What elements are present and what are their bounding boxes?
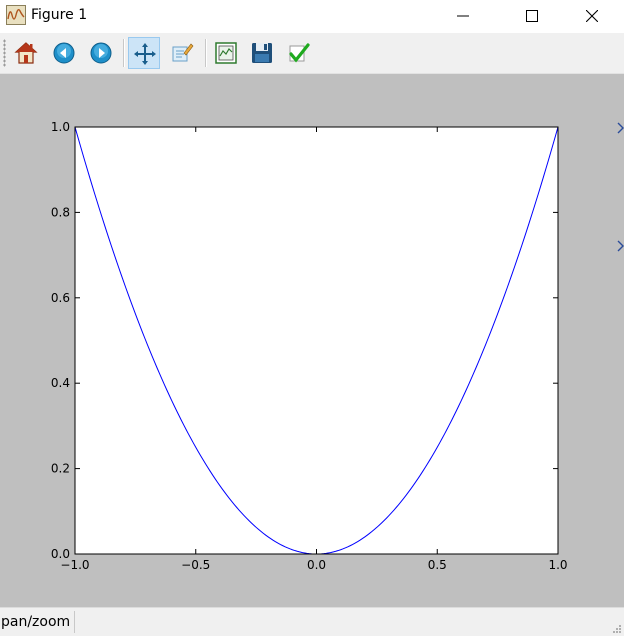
close-button[interactable]: [569, 0, 615, 33]
subplots-icon: [215, 42, 237, 64]
y-tick-label: 0.6: [51, 291, 70, 305]
line-plot[interactable]: −1.0 −0.5 0.0 0.5 1.0 0.00.20.40.60.81.0: [0, 74, 624, 607]
figure-canvas[interactable]: −1.0 −0.5 0.0 0.5 1.0 0.0 0.2 0.4 0.6 0.8 1.0: [0, 74, 624, 607]
save-button[interactable]: [246, 37, 278, 69]
resize-grip-icon[interactable]: [612, 624, 622, 634]
status-bar: pan/zoom: [0, 607, 624, 636]
figure-app-icon: [6, 5, 26, 25]
back-icon: [53, 42, 75, 64]
title-bar: Figure 1: [0, 0, 624, 33]
zoom-icon: [172, 43, 194, 62]
status-separator: [74, 611, 75, 633]
x-tick-label: 0.5: [428, 558, 447, 572]
back-button[interactable]: [48, 37, 80, 69]
minimize-icon: [457, 15, 469, 17]
navigation-toolbar: [0, 33, 624, 74]
pan-icon: [134, 43, 156, 65]
home-button[interactable]: [10, 37, 42, 69]
x-tick-label: 1.0: [548, 558, 567, 572]
edge-marker: [617, 120, 624, 134]
subplots-button[interactable]: [210, 37, 242, 69]
pan-button[interactable]: [128, 37, 160, 69]
toolbar-grip[interactable]: [3, 39, 6, 67]
zoom-button[interactable]: [166, 37, 198, 69]
y-tick-labels: 0.0 0.2 0.4 0.6 0.8 1.0: [51, 120, 70, 561]
window-title: Figure 1: [31, 7, 88, 23]
x-tick-label: −0.5: [181, 558, 210, 572]
y-tick-label: 1.0: [51, 120, 70, 134]
x-tick-label: 0.0: [307, 558, 326, 572]
home-icon: [14, 42, 38, 64]
x-tick-labels: −1.0 −0.5 0.0 0.5 1.0: [60, 558, 567, 572]
forward-button[interactable]: [85, 37, 117, 69]
y-tick-label: 0.2: [51, 462, 70, 476]
forward-icon: [90, 42, 112, 64]
close-icon: [586, 10, 598, 22]
toolbar-separator: [205, 39, 207, 67]
toolbar-separator: [123, 39, 125, 67]
check-icon: [289, 43, 310, 63]
save-icon: [252, 43, 272, 63]
minimize-button[interactable]: [440, 0, 486, 33]
y-tick-label: 0.8: [51, 205, 70, 219]
edge-marker: [617, 238, 624, 252]
status-message: pan/zoom: [1, 614, 71, 630]
y-tick-label: 0.4: [51, 376, 70, 390]
maximize-icon: [526, 10, 538, 22]
maximize-button[interactable]: [509, 0, 555, 33]
axes-area[interactable]: [75, 127, 558, 554]
y-tick-label: 0.0: [51, 547, 70, 561]
edit-parameters-button[interactable]: [283, 37, 315, 69]
